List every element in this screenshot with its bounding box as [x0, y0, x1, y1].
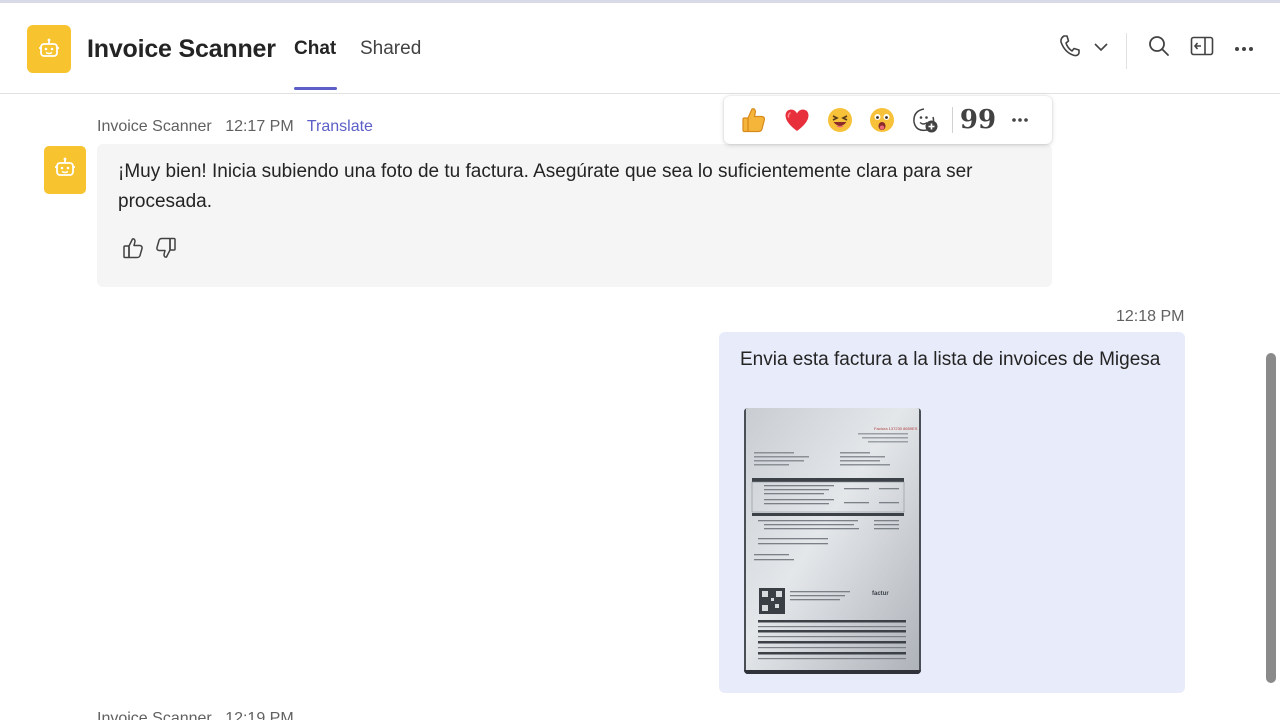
search-icon	[1148, 35, 1170, 62]
tab-shared[interactable]: Shared	[360, 38, 421, 60]
message-time: 12:18 PM	[1116, 308, 1185, 325]
bot-icon[interactable]	[27, 25, 71, 73]
call-button[interactable]	[1054, 33, 1084, 63]
message-time: 12:19 PM	[225, 710, 294, 720]
message-text: ¡Muy bien! Inicia subiendo una foto de t…	[118, 161, 973, 212]
thumbs-up-icon[interactable]	[122, 236, 144, 260]
message-list: Invoice Scanner 12:17 PM Translate ¡Muy …	[0, 95, 1280, 720]
heart-reaction[interactable]	[782, 105, 812, 135]
svg-text:factur: factur	[872, 591, 889, 597]
tab-chat[interactable]: Chat	[294, 38, 336, 60]
app-title: Invoice Scanner	[87, 35, 276, 63]
incoming-message-bubble[interactable]: ¡Muy bien! Inicia subiendo una foto de t…	[97, 144, 1052, 287]
sender-name: Invoice Scanner	[97, 710, 212, 720]
active-tab-indicator	[294, 87, 337, 90]
message-meta: Invoice Scanner 12:17 PM Translate	[97, 118, 382, 136]
bot-icon	[54, 157, 76, 184]
like-reaction[interactable]	[739, 105, 769, 135]
search-button[interactable]	[1144, 33, 1174, 63]
message-text: Envia esta factura a la lista de invoice…	[740, 349, 1161, 370]
message-meta: Invoice Scanner 12:19 PM	[97, 710, 294, 720]
outgoing-message-bubble[interactable]: Envia esta factura a la lista de invoice…	[719, 332, 1185, 693]
reaction-bar: 99	[724, 96, 1052, 144]
call-options-button[interactable]	[1086, 33, 1116, 63]
chat-header: Invoice Scanner Chat Shared	[0, 3, 1280, 94]
translate-link[interactable]: Translate	[307, 118, 373, 135]
laugh-reaction[interactable]	[825, 105, 855, 135]
sender-name: Invoice Scanner	[97, 118, 212, 135]
add-reaction-icon[interactable]	[910, 105, 940, 135]
surprised-reaction[interactable]	[867, 105, 897, 135]
svg-text:Factura 137230 8659ES: Factura 137230 8659ES	[874, 426, 918, 431]
popout-button[interactable]	[1187, 33, 1217, 63]
thumbs-down-icon[interactable]	[155, 236, 177, 260]
chevron-down-icon	[1093, 39, 1109, 57]
scrollbar[interactable]	[1266, 353, 1276, 683]
more-icon[interactable]	[1005, 105, 1035, 135]
more-icon	[1234, 39, 1254, 57]
phone-icon	[1058, 34, 1080, 63]
more-options-button[interactable]	[1229, 33, 1259, 63]
message-time: 12:17 PM	[225, 118, 294, 135]
reaction-divider	[952, 107, 953, 133]
header-divider	[1126, 33, 1127, 69]
popout-icon	[1190, 36, 1214, 61]
invoice-photo[interactable]: Factura 137230 8659ES factur	[744, 408, 921, 674]
quote-reply-button[interactable]: 99	[960, 105, 996, 135]
avatar	[44, 146, 86, 194]
